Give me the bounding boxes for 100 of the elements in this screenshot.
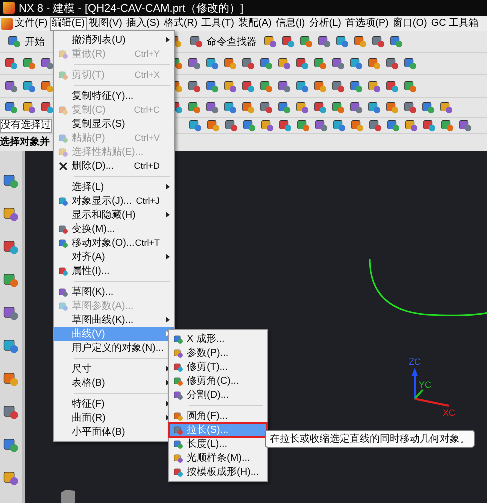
- menu-item[interactable]: 按模板成形(H)...: [169, 465, 267, 479]
- command-finder-button[interactable]: 命令查找器: [186, 33, 260, 50]
- menu-item[interactable]: 圆角(F)...: [169, 409, 267, 423]
- menu-item[interactable]: 草图曲线(K)...: [54, 313, 174, 327]
- toolbar-icon[interactable]: [4, 56, 19, 71]
- toolbar-icon[interactable]: [368, 118, 383, 133]
- toolbar-icon[interactable]: [349, 78, 364, 94]
- toolbar-icon[interactable]: [277, 100, 292, 115]
- menu-bar-item[interactable]: 窗口(O): [390, 16, 430, 30]
- toolbar-icon[interactable]: [259, 78, 274, 94]
- toolbar-icon[interactable]: [349, 56, 364, 71]
- toolbar-icon[interactable]: [188, 118, 203, 133]
- toolbar-icon[interactable]: [313, 78, 328, 94]
- toolbar-icon[interactable]: [263, 34, 278, 49]
- toolbar-icon[interactable]: [241, 56, 256, 71]
- menu-item[interactable]: 变换(M)...: [54, 222, 174, 236]
- toolbar-icon[interactable]: [295, 78, 310, 94]
- menu-bar-item[interactable]: 首选项(P): [344, 16, 391, 30]
- menu-item[interactable]: 分割(D)...: [169, 388, 267, 402]
- toolbar-icon[interactable]: [349, 100, 364, 115]
- menu-bar-item[interactable]: 格式(R): [162, 16, 200, 30]
- toolbar-icon[interactable]: [223, 78, 238, 94]
- toolbar-icon[interactable]: [295, 56, 310, 71]
- toolbar-icon[interactable]: [205, 100, 220, 115]
- menu-bar-item[interactable]: 信息(I): [274, 16, 308, 30]
- menu-bar-item[interactable]: 插入(S): [124, 16, 162, 30]
- toolbar-icon[interactable]: [259, 100, 274, 115]
- toolbar-icon[interactable]: [422, 118, 437, 133]
- toolbar-icon[interactable]: [205, 56, 220, 71]
- toolbar-icon[interactable]: [241, 100, 256, 115]
- toolbar-icon[interactable]: [335, 34, 350, 49]
- menu-item[interactable]: 光顺样条(M)...: [169, 451, 267, 465]
- toolbar-icon[interactable]: [299, 34, 314, 49]
- toolbar-icon[interactable]: [331, 100, 346, 115]
- menu-item[interactable]: 草图(K)...: [54, 285, 174, 299]
- menu-item[interactable]: 显示和隐藏(H): [54, 208, 174, 222]
- toolbar-icon[interactable]: [40, 78, 55, 94]
- toolbar-icon[interactable]: [386, 118, 401, 133]
- toolbar-icon[interactable]: [224, 118, 239, 133]
- toolbar-icon[interactable]: [350, 118, 365, 133]
- toolbar-icon[interactable]: [403, 56, 418, 71]
- toolbar-icon[interactable]: [403, 100, 418, 115]
- menu-bar-item[interactable]: 文件(F): [13, 16, 50, 30]
- toolbar-icon[interactable]: [458, 118, 473, 133]
- toolbar-icon[interactable]: [4, 100, 19, 115]
- menu-item[interactable]: 对齐(A): [54, 250, 174, 264]
- toolbar-icon[interactable]: [223, 56, 238, 71]
- toolbar-icon[interactable]: [331, 78, 346, 94]
- menu-item[interactable]: 修剪角(C)...: [169, 374, 267, 388]
- menu-item[interactable]: 撤消列表(U): [54, 33, 174, 47]
- toolbar-icon[interactable]: [367, 78, 382, 94]
- toolbar-icon[interactable]: [277, 78, 292, 94]
- toolbar-icon[interactable]: [421, 100, 436, 115]
- toolbar-icon[interactable]: [223, 100, 238, 115]
- menu-bar-item[interactable]: GC 工具箱: [429, 16, 482, 30]
- toolbar-icon[interactable]: [259, 56, 274, 71]
- menu-item[interactable]: 选择(L): [54, 180, 174, 194]
- toolbar-icon[interactable]: [313, 100, 328, 115]
- toolbar-icon[interactable]: [40, 56, 55, 71]
- menu-bar-item[interactable]: 分析(L): [307, 16, 344, 30]
- toolbar-icon[interactable]: [353, 34, 368, 49]
- toolbar-icon[interactable]: [367, 56, 382, 71]
- toolbar-icon[interactable]: [187, 100, 202, 115]
- toolbar-icon[interactable]: [22, 100, 37, 115]
- toolbar-icon[interactable]: [205, 78, 220, 94]
- toolbar-icon[interactable]: [295, 100, 310, 115]
- toolbar-icon[interactable]: [371, 34, 386, 49]
- toolbar-icon[interactable]: [278, 118, 293, 133]
- toolbar-icon[interactable]: [331, 56, 346, 71]
- toolbar-icon[interactable]: [385, 56, 400, 71]
- toolbar-icon[interactable]: [241, 78, 256, 94]
- toolbar-icon[interactable]: [277, 56, 292, 71]
- toolbar-icon[interactable]: [389, 34, 404, 49]
- toolbar-icon[interactable]: [22, 78, 37, 94]
- toolbar-icon[interactable]: [22, 56, 37, 71]
- menu-item[interactable]: 移动对象(O)...Ctrl+T: [54, 236, 174, 250]
- toolbar-icon[interactable]: [260, 118, 275, 133]
- menu-item[interactable]: 删除(D)... Ctrl+D: [54, 159, 174, 173]
- toolbar-icon[interactable]: [314, 118, 329, 133]
- menu-item[interactable]: 复制特征(Y)...: [54, 89, 174, 103]
- toolbar-icon[interactable]: [439, 100, 454, 115]
- toolbar-icon[interactable]: [187, 56, 202, 71]
- menu-item[interactable]: 参数(P)...: [169, 346, 267, 360]
- toolbar-icon[interactable]: [313, 56, 328, 71]
- toolbar-icon[interactable]: [242, 118, 257, 133]
- menu-bar-item[interactable]: 工具(T): [200, 16, 236, 30]
- menu-bar-item[interactable]: 编辑(E): [50, 16, 88, 30]
- selection-filter-field[interactable]: 没有选择过: [0, 118, 52, 132]
- toolbar-icon[interactable]: [4, 78, 19, 94]
- toolbar-icon[interactable]: [296, 118, 311, 133]
- toolbar-icon[interactable]: [367, 100, 382, 115]
- toolbar-icon[interactable]: [385, 78, 400, 94]
- toolbar-icon[interactable]: [317, 34, 332, 49]
- toolbar-icon[interactable]: [440, 118, 455, 133]
- toolbar-icon[interactable]: [404, 118, 419, 133]
- toolbar-icon[interactable]: [40, 100, 55, 115]
- menu-bar-item[interactable]: 装配(A): [236, 16, 274, 30]
- menu-bar-item[interactable]: 视图(V): [87, 16, 124, 30]
- toolbar-icon[interactable]: [187, 78, 202, 94]
- menu-item[interactable]: 复制显示(S): [54, 117, 174, 131]
